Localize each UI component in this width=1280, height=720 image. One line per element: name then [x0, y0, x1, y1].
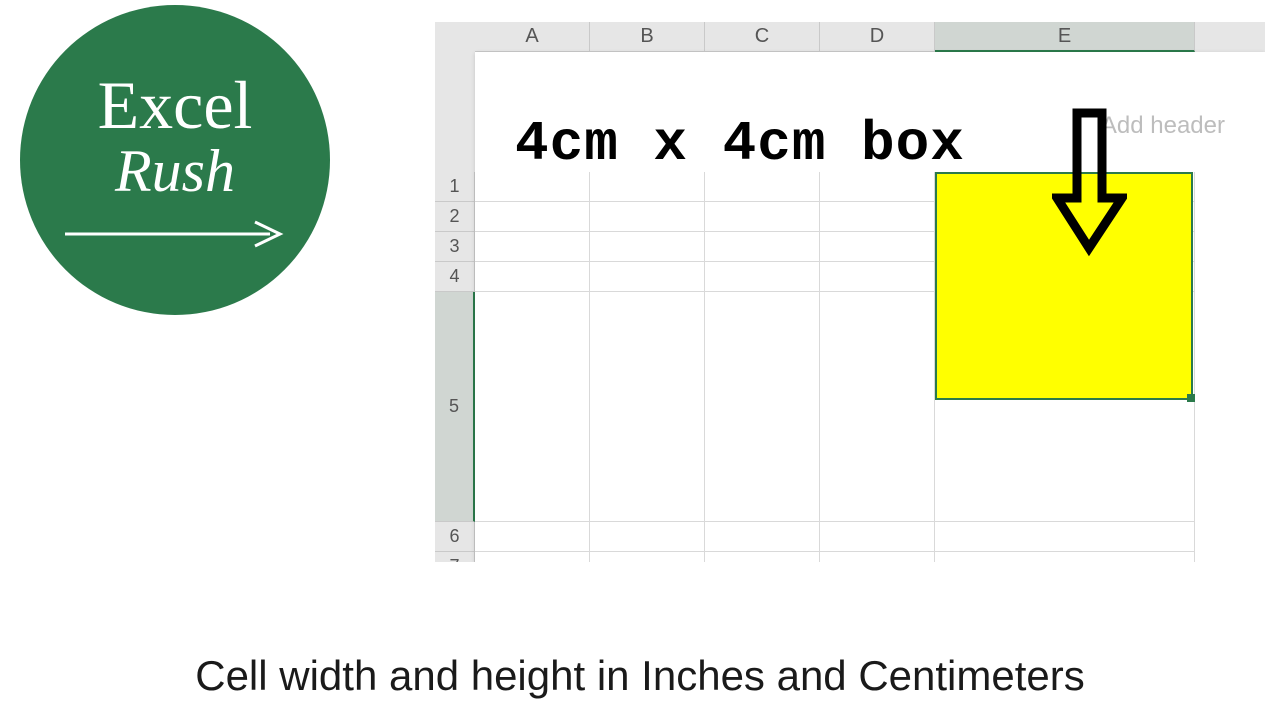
- row-header-7[interactable]: 7: [435, 552, 475, 562]
- row-header-5[interactable]: 5: [435, 292, 475, 522]
- cell[interactable]: [475, 202, 590, 232]
- row-header-3[interactable]: 3: [435, 232, 475, 262]
- cell[interactable]: [820, 232, 935, 262]
- column-headers: ABCDE: [475, 22, 1265, 52]
- cell[interactable]: [820, 292, 935, 522]
- column-header-B[interactable]: B: [590, 22, 705, 52]
- cell[interactable]: [590, 202, 705, 232]
- cell[interactable]: [705, 232, 820, 262]
- caption-text: Cell width and height in Inches and Cent…: [0, 652, 1280, 700]
- cell[interactable]: [935, 552, 1195, 562]
- annotation-text: 4cm x 4cm box: [515, 112, 965, 176]
- cell[interactable]: [820, 522, 935, 552]
- cell[interactable]: [590, 522, 705, 552]
- row-header-4[interactable]: 4: [435, 262, 475, 292]
- cell[interactable]: [820, 172, 935, 202]
- grid-row: [475, 522, 1265, 552]
- cell[interactable]: [935, 522, 1195, 552]
- logo-text-line2: Rush: [115, 141, 235, 201]
- cell[interactable]: [590, 232, 705, 262]
- cell[interactable]: [590, 552, 705, 562]
- column-header-D[interactable]: D: [820, 22, 935, 52]
- cell[interactable]: [705, 522, 820, 552]
- row-header-6[interactable]: 6: [435, 522, 475, 552]
- logo-text-line1: Excel: [98, 71, 253, 139]
- arrow-down-icon: [1052, 108, 1127, 258]
- cell[interactable]: [475, 172, 590, 202]
- row-header-2[interactable]: 2: [435, 202, 475, 232]
- cell[interactable]: [475, 232, 590, 262]
- cell[interactable]: [705, 202, 820, 232]
- cell[interactable]: [705, 552, 820, 562]
- column-header-A[interactable]: A: [475, 22, 590, 52]
- row-header-1[interactable]: 1: [435, 172, 475, 202]
- column-header-C[interactable]: C: [705, 22, 820, 52]
- arrow-right-icon: [60, 219, 290, 249]
- excel-rush-logo: Excel Rush: [20, 5, 330, 315]
- cell[interactable]: [475, 522, 590, 552]
- cell[interactable]: [590, 292, 705, 522]
- cell[interactable]: [475, 552, 590, 562]
- cell[interactable]: [705, 292, 820, 522]
- cell[interactable]: [475, 292, 590, 522]
- cell[interactable]: [590, 262, 705, 292]
- cell[interactable]: [590, 172, 705, 202]
- grid-row: [475, 552, 1265, 562]
- cell[interactable]: [705, 262, 820, 292]
- row-headers: 1234567: [435, 172, 475, 562]
- spreadsheet-area: ABCDE 1234567 Add header: [435, 22, 1265, 562]
- cell[interactable]: [820, 262, 935, 292]
- column-header-E[interactable]: E: [935, 22, 1195, 52]
- cell[interactable]: [820, 552, 935, 562]
- cell[interactable]: [705, 172, 820, 202]
- cell[interactable]: [475, 262, 590, 292]
- cell[interactable]: [820, 202, 935, 232]
